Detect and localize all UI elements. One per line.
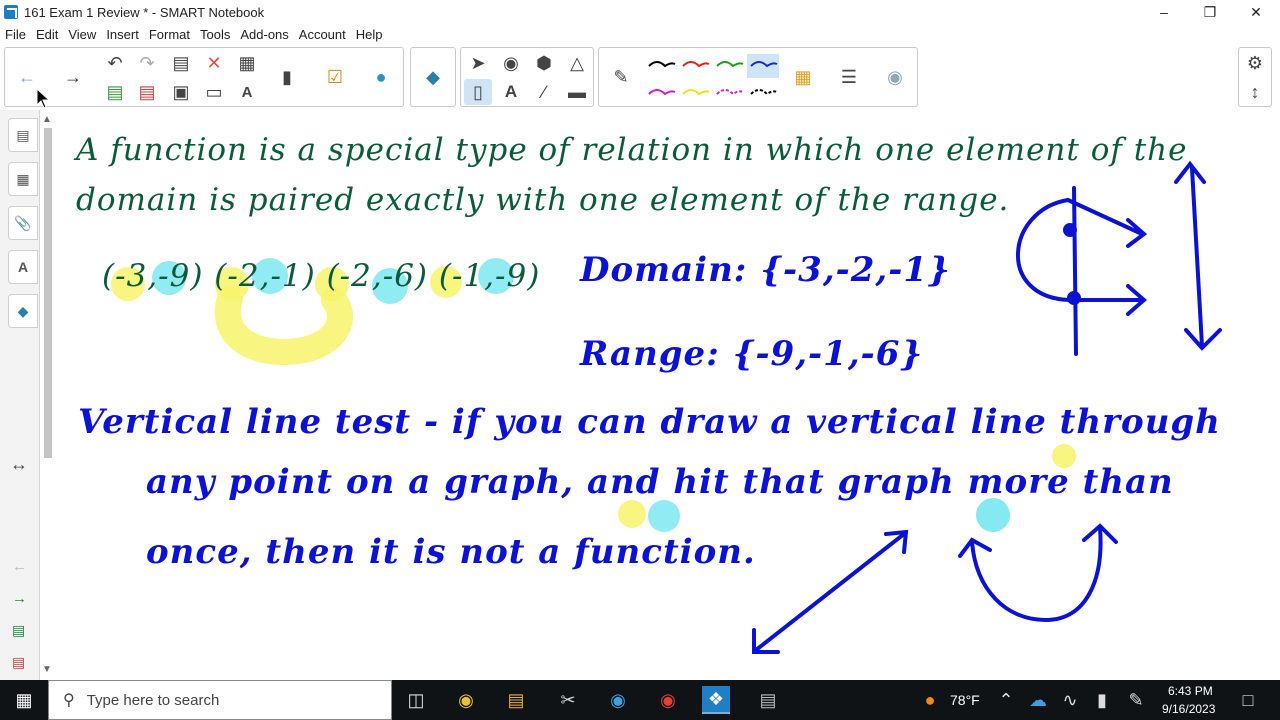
table-icon[interactable]: ▦ [233,50,261,76]
toolbar-group-addons: ◆ [410,47,456,107]
line-style-icon[interactable]: ☰ [835,64,863,90]
main-toolbar: ← → ↶ ↷ ▤ ✕ ▦ ▤ ▤ ▣ ▭ A ▮ ☑ ● ◆ ➤ ◉ ⬢ △ … [0,44,1280,110]
menu-insert[interactable]: Insert [101,27,144,42]
clock-time[interactable]: 6:43 PM [1168,684,1213,698]
menu-format[interactable]: Format [144,27,195,42]
pens-icon[interactable]: ▯ [464,79,492,105]
whiteboard-canvas[interactable]: A function is a special type of relation… [56,110,1280,680]
fill-icon[interactable]: △ [563,50,591,76]
menu-account[interactable]: Account [294,27,351,42]
chrome-profile-icon[interactable]: ◉ [654,686,682,714]
windows-taskbar: ▦ ⚲ Type here to search ◫ ◉ ▤ ✂ ◉ ◉ ❖ ▤ … [0,680,1280,720]
toolbar-group-tools: ➤ ◉ ⬢ △ ▯ A ∕ ▬ [460,47,594,107]
task-view-icon[interactable]: ◫ [402,686,430,714]
weather-icon: ● [924,689,936,710]
color-palette-icon[interactable]: ▦ [789,64,817,90]
forward-arrow-icon[interactable]: → [59,64,87,90]
undo-icon[interactable]: ↶ [101,50,129,76]
window-title: 161 Exam 1 Review * - SMART Notebook [24,4,265,20]
page-sorter-icon[interactable]: ▤ [8,118,38,152]
notifications-icon[interactable]: □ [1234,686,1262,714]
scroll-up-icon[interactable]: ▲ [42,114,52,125]
menu-add-ons[interactable]: Add-ons [235,27,293,42]
pen-menu-icon[interactable]: ✎ [1122,686,1150,714]
delete-page-icon[interactable]: ▤ [133,79,161,105]
delete-page-side-icon[interactable]: ▤ [12,654,25,671]
search-placeholder: Type here to search [86,691,220,709]
properties-icon[interactable]: A [8,250,38,284]
screen-shade-icon[interactable]: ▭ [200,79,228,105]
gallery-icon[interactable]: ▦ [8,162,38,196]
menu-bar: File Edit View Insert Format Tools Add-o… [0,24,1280,44]
minimize-button[interactable]: – [1141,0,1187,24]
handwriting-recognition-icon[interactable]: A [233,79,261,105]
battery-icon[interactable]: ▮ [1088,686,1116,714]
shapes-icon[interactable]: ◉ [497,50,525,76]
document-camera-icon[interactable]: ▮ [273,64,301,90]
activity-builder-icon[interactable]: ● [367,64,395,90]
save-icon[interactable]: ▣ [167,79,195,105]
select-cursor-icon[interactable]: ➤ [464,50,492,76]
lines-icon[interactable]: ∕ [530,79,558,105]
weather-temperature[interactable]: 78°F [950,692,980,708]
file-explorer-icon[interactable]: ▤ [502,686,530,714]
add-page-side-icon[interactable]: ▤ [12,622,25,639]
next-page-icon[interactable]: → [12,590,27,607]
menu-help[interactable]: Help [351,27,388,42]
add-page-icon[interactable]: ▤ [101,79,129,105]
toolbar-group-pen-properties: ✎ ▦ ☰ ◉ [598,47,918,107]
menu-tools[interactable]: Tools [195,27,235,42]
menu-file[interactable]: File [0,27,31,42]
smart-notebook-app-icon [4,5,18,19]
close-button[interactable]: ✕ [1233,0,1279,24]
onedrive-icon[interactable]: ☁ [1024,686,1052,714]
canvas-scrollbar[interactable]: ▲ ▼ [40,110,56,680]
clock-date[interactable]: 9/16/2023 [1162,702,1215,716]
toolbar-group-settings: ⚙ ↕ [1238,47,1272,107]
wifi-icon[interactable]: ∿ [1056,686,1084,714]
gear-icon[interactable]: ⚙ [1241,50,1269,76]
pen-color-swatches[interactable] [645,52,785,104]
add-ons-puzzle-icon[interactable]: ◆ [419,64,447,90]
toolbar-group-page: ← → ↶ ↷ ▤ ✕ ▦ ▤ ▤ ▣ ▭ A ▮ ☑ ● [4,47,404,107]
attachments-icon[interactable]: 📎 [8,206,38,240]
pen-type-icon[interactable]: ✎ [607,64,635,90]
menu-edit[interactable]: Edit [31,27,63,42]
menu-view[interactable]: View [63,27,101,42]
windows-start-icon[interactable]: ▦ [10,686,38,714]
eraser-icon[interactable]: ⬢ [530,50,558,76]
mouse-cursor-icon [36,88,51,109]
redo-icon[interactable]: ↷ [133,50,161,76]
chrome-icon[interactable]: ◉ [452,686,480,714]
text-tool-icon[interactable]: A [497,79,525,105]
restore-button[interactable]: ❐ [1187,0,1233,24]
transparency-icon[interactable]: ◉ [881,64,909,90]
ink-drawings [752,160,1222,654]
add-ons-side-icon[interactable]: ◆ [8,294,38,328]
show-hidden-icons-icon[interactable]: ⌃ [992,686,1020,714]
snipping-tool-icon[interactable]: ✂ [554,686,582,714]
delete-icon[interactable]: ✕ [200,50,228,76]
smart-notebook-taskbar-icon[interactable]: ❖ [702,686,730,714]
previous-page-icon[interactable]: ← [12,558,27,575]
resize-sidebar-icon[interactable]: ↔ [10,454,28,475]
installer-icon[interactable]: ▤ [754,686,782,714]
back-arrow-icon[interactable]: ← [13,64,41,90]
scroll-down-icon[interactable]: ▼ [42,664,52,675]
scroll-thumb[interactable] [44,128,52,458]
eraser-tool-icon[interactable]: ▬ [563,79,591,105]
toolbar-position-icon[interactable]: ↕ [1241,79,1269,105]
edge-icon[interactable]: ◉ [604,686,632,714]
search-icon: ⚲ [63,692,75,709]
paste-icon[interactable]: ▤ [167,50,195,76]
title-bar: 161 Exam 1 Review * - SMART Notebook – ❐… [0,0,1280,24]
side-bar: ▤ ▦ 📎 A ◆ ↔ ← → ▤ ▤ [0,110,40,680]
response-icon[interactable]: ☑ [321,64,349,90]
taskbar-search-box[interactable]: ⚲ Type here to search [48,680,392,720]
